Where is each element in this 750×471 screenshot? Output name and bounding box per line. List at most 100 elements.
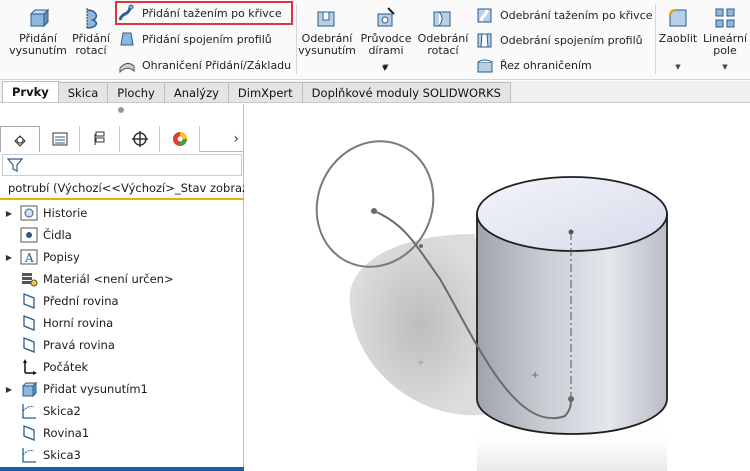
model-scene[interactable]: + +: [245, 104, 750, 471]
fillet-button[interactable]: Zaoblit ▼: [656, 6, 700, 73]
origin-icon: [18, 358, 40, 376]
tree-item-history[interactable]: ▶ Historie: [0, 202, 244, 224]
extrude-boss-label: Přidání vysunutím: [9, 32, 67, 57]
tree-item-sketch2[interactable]: Skica2: [0, 400, 244, 422]
extrude-boss-button[interactable]: Přidání vysunutím: [8, 6, 68, 57]
swept-cut-button[interactable]: Odebrání tažením po křivce: [476, 5, 653, 25]
panel-bottom-bar: [0, 467, 244, 471]
dimxpert-manager-tab[interactable]: [120, 126, 160, 152]
origin-marker-shadow: +: [417, 358, 425, 368]
annotations-icon: A: [18, 248, 40, 266]
command-manager-ribbon: Přidání vysunutím Přidání rotací Přidání…: [0, 0, 750, 80]
tab-surfaces[interactable]: Plochy: [107, 82, 165, 102]
plane-icon: [18, 292, 40, 310]
tree-item-label: Horní rovina: [43, 316, 114, 330]
feature-tree-tab[interactable]: [0, 126, 40, 152]
tree-item-front-plane[interactable]: Přední rovina: [0, 290, 244, 312]
lofted-boss-label: Přidání spojením profilů: [142, 32, 272, 46]
tree-item-material[interactable]: Materiál <není určen>: [0, 268, 244, 290]
swept-cut-icon: [476, 6, 494, 24]
hole-wizard-label: Průvodce dírami: [360, 32, 412, 57]
tree-item-right-plane[interactable]: Pravá rovina: [0, 334, 244, 356]
tab-addins[interactable]: Doplňkové moduly SOLIDWORKS: [301, 82, 511, 102]
linear-pattern-label: Lineární pole: [702, 32, 748, 57]
tree-item-plane1[interactable]: Rovina1: [0, 422, 244, 444]
path-point[interactable]: [419, 244, 423, 248]
configuration-manager-tab[interactable]: [80, 126, 120, 152]
filter-icon: [7, 158, 23, 172]
sketch-icon: [18, 446, 40, 464]
tab-evaluate[interactable]: Analýzy: [163, 82, 229, 102]
linear-pattern-dropdown-icon[interactable]: ▼: [722, 61, 727, 73]
tree-item-sketch3[interactable]: Skica3: [0, 444, 244, 466]
fillet-icon: [665, 6, 691, 30]
boundary-cut-icon: [476, 56, 494, 74]
lofted-boss-button[interactable]: Přidání spojením profilů: [118, 29, 272, 49]
configuration-manager-icon: [94, 131, 104, 145]
tree-filter[interactable]: [2, 154, 242, 176]
tree-item-label: Přední rovina: [43, 294, 119, 308]
linear-pattern-icon: [712, 6, 738, 30]
tree-item-label: Počátek: [43, 360, 89, 374]
tree-item-top-plane[interactable]: Horní rovina: [0, 312, 244, 334]
display-manager-icon: [172, 132, 187, 146]
expand-arrow-icon[interactable]: ▶: [0, 209, 18, 218]
boundary-cut-button[interactable]: Řez ohraničením: [476, 55, 592, 75]
extrude-cut-label: Odebrání vysunutím: [298, 32, 356, 57]
ribbon-more-icon[interactable]: ▼: [382, 64, 387, 72]
tree-root-label: potrubí (Výchozí<<Výchozí>_Stav zobraz: [8, 181, 244, 195]
display-manager-tab[interactable]: [160, 126, 200, 152]
axis-top-point[interactable]: [568, 229, 574, 235]
revolve-boss-label: Přidání rotací: [72, 32, 110, 57]
graphics-viewport[interactable]: + +: [245, 104, 750, 471]
property-manager-tab[interactable]: [40, 126, 80, 152]
plane-icon: [18, 424, 40, 442]
tree-item-label: Popisy: [43, 250, 80, 264]
revolve-boss-icon: [78, 6, 104, 30]
tree-item-label: Rovina1: [43, 426, 90, 440]
tree-root-part[interactable]: potrubí (Výchozí<<Výchozí>_Stav zobraz: [0, 178, 244, 200]
property-manager-icon: [52, 132, 67, 146]
feature-tree-icon: [14, 134, 26, 147]
tree-item-extrude1[interactable]: ▶ Přidat vysunutím1: [0, 378, 244, 400]
tree-item-sensors[interactable]: Čidla: [0, 224, 244, 246]
sketch-icon: [18, 402, 40, 420]
crosshair-icon: [131, 131, 148, 147]
extrude-cut-icon: [314, 6, 340, 30]
lofted-boss-icon: [118, 30, 136, 48]
boundary-boss-icon: [118, 56, 136, 74]
lofted-cut-button[interactable]: Odebrání spojením profilů: [476, 30, 643, 50]
plane-icon: [18, 314, 40, 332]
cylinder-top-face[interactable]: [476, 176, 668, 252]
sensors-icon: [18, 226, 40, 244]
svg-text:A: A: [24, 251, 34, 265]
lofted-cut-label: Odebrání spojením profilů: [500, 33, 643, 47]
tab-dimxpert[interactable]: DimXpert: [227, 82, 303, 102]
boundary-boss-button[interactable]: Ohraničení Přidání/Základu: [118, 55, 291, 75]
path-start-point[interactable]: [371, 208, 377, 214]
tree-item-origin[interactable]: Počátek: [0, 356, 244, 378]
extrude-cut-button[interactable]: Odebrání vysunutím: [297, 6, 357, 57]
fillet-label: Zaoblit: [658, 32, 698, 45]
feature-manager-panel: › potrubí (Výchozí<<Výchozí>_Stav zobraz…: [0, 104, 244, 471]
feature-tree: ▶ Historie Čidla ▶ A Popisy Materiál <ne…: [0, 202, 244, 466]
revolve-cut-button[interactable]: Odebrání rotací: [414, 6, 472, 57]
floor-shadow: [349, 234, 490, 416]
path-end-point[interactable]: [568, 396, 574, 402]
panel-tabs: [0, 126, 244, 152]
expand-arrow-icon[interactable]: ▶: [0, 253, 18, 262]
swept-boss-button[interactable]: Přidání tažením po křivce: [118, 3, 282, 23]
tree-item-label: Pravá rovina: [43, 338, 115, 352]
hole-wizard-button[interactable]: Průvodce dírami ▼: [360, 6, 412, 73]
expand-arrow-icon[interactable]: ▶: [0, 385, 18, 394]
panel-grip-icon[interactable]: [118, 107, 124, 113]
revolve-boss-button[interactable]: Přidání rotací: [68, 6, 114, 57]
linear-pattern-button[interactable]: Lineární pole ▼: [702, 6, 748, 73]
tree-item-annotations[interactable]: ▶ A Popisy: [0, 246, 244, 268]
extrude-feature-icon: [18, 380, 40, 398]
tab-features[interactable]: Prvky: [2, 81, 59, 102]
tree-item-label: Skica3: [43, 448, 81, 462]
fillet-dropdown-icon[interactable]: ▼: [675, 61, 680, 73]
tab-sketch[interactable]: Skica: [57, 82, 109, 102]
panel-tabs-chevron-right-icon[interactable]: ›: [233, 131, 239, 147]
